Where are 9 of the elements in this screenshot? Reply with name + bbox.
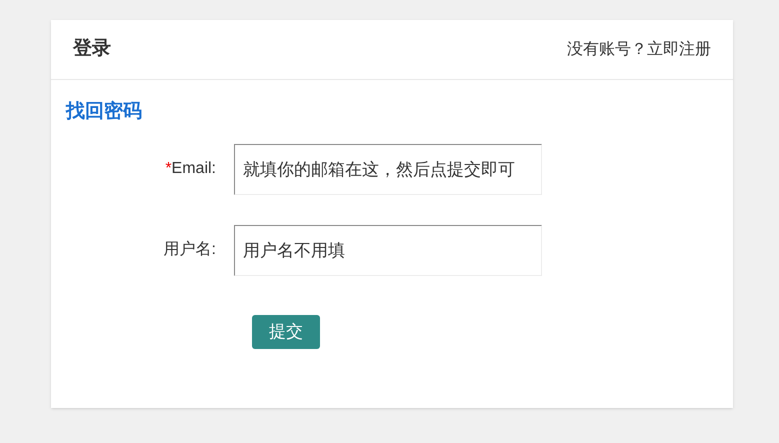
register-link[interactable]: 没有账号？立即注册 [567, 38, 711, 62]
input-field[interactable]: 用户名不用填 [234, 224, 542, 276]
field-label: Email: [172, 159, 216, 179]
input-field[interactable]: 就填你的邮箱在这，然后点提交即可 [234, 144, 542, 194]
card-title: 登录 [73, 37, 111, 62]
section-title: 找回密码 [66, 101, 142, 122]
field-label: 用户名: [164, 240, 216, 260]
required-mark: * [165, 159, 172, 179]
submit-button[interactable]: 提交 [252, 314, 320, 348]
